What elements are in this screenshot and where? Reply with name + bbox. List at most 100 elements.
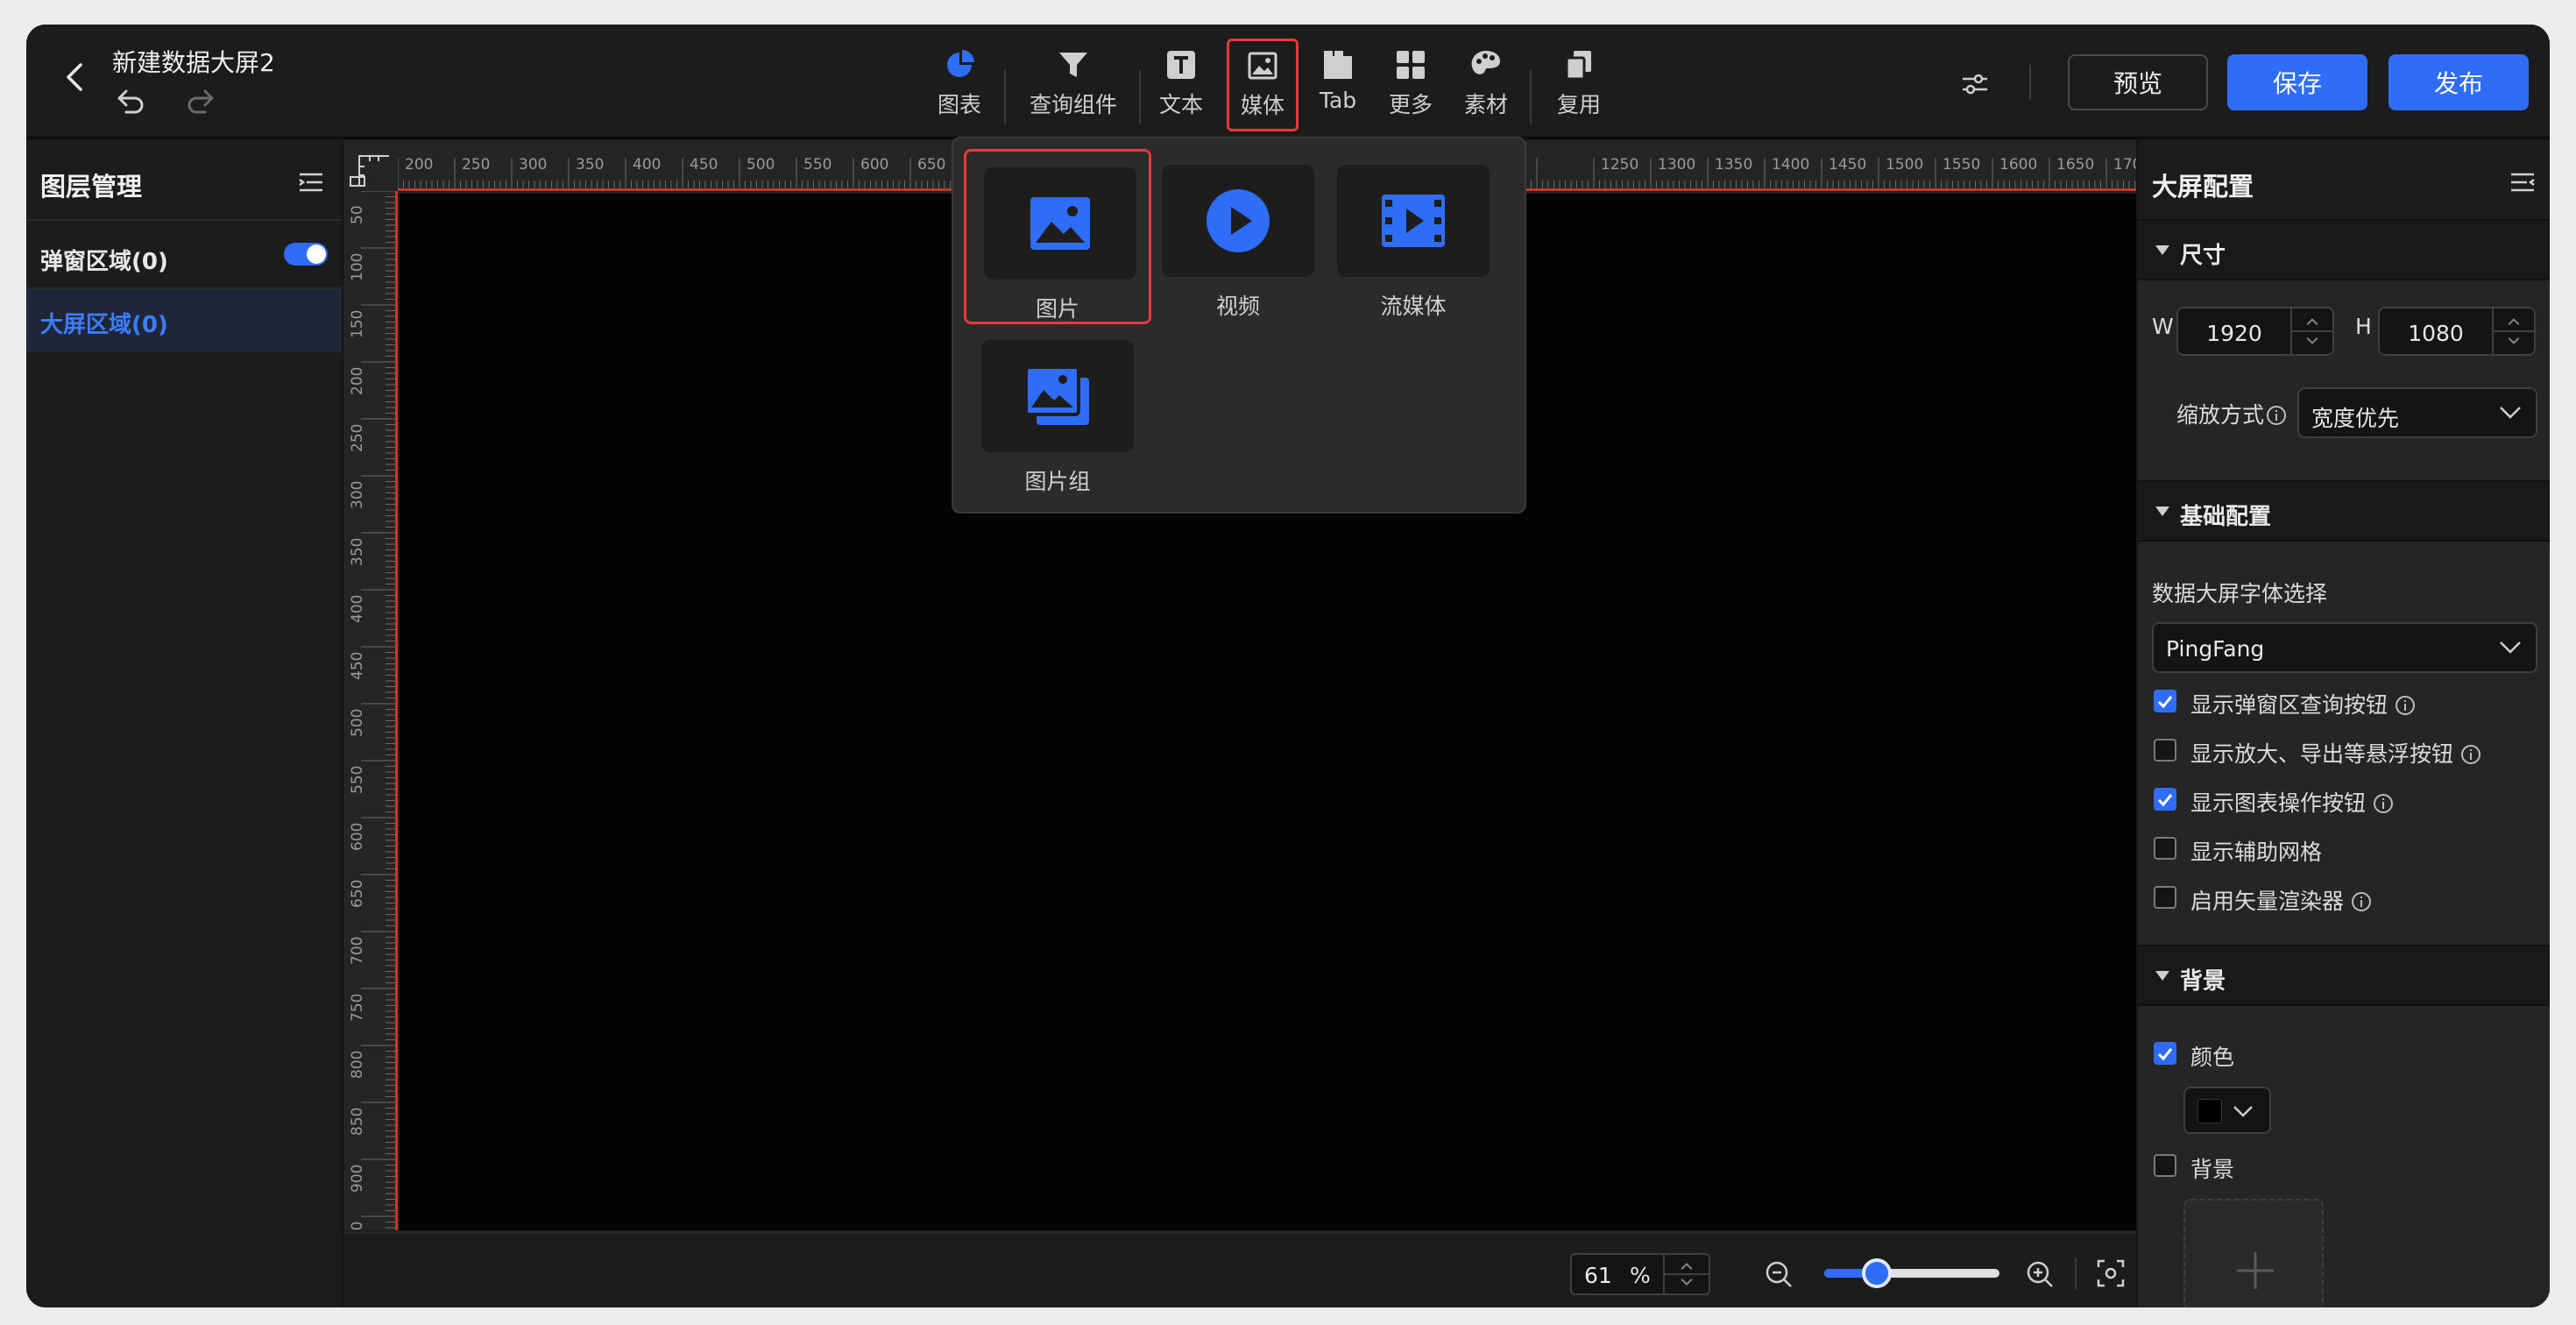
collapse-menu-icon[interactable]: [2509, 172, 2536, 193]
background-upload[interactable]: [2183, 1199, 2324, 1307]
ruler-label: 50: [349, 205, 366, 224]
toolbar-chart[interactable]: 图表: [929, 40, 990, 131]
layer-panel: 图层管理 弹窗区域(0) 大屏区域(0): [26, 140, 342, 1307]
ruler-label: 950: [349, 1222, 366, 1230]
ruler-label: 750: [349, 993, 366, 1022]
ruler-label: 850: [349, 1107, 366, 1136]
option-label: 显示辅助网格: [2190, 840, 2323, 865]
ruler-corner-icon[interactable]: [343, 140, 398, 191]
scale-mode-select[interactable]: 宽度优先: [2297, 387, 2537, 438]
zoom-slider-handle[interactable]: [1862, 1258, 1892, 1288]
redo-icon[interactable]: [184, 88, 217, 117]
grid-icon: [1397, 51, 1425, 79]
background-section-header[interactable]: 背景: [2138, 945, 2550, 1006]
info-icon[interactable]: [2266, 405, 2287, 426]
scale-mode-label: 缩放方式: [2176, 398, 2287, 429]
section-title: 基础配置: [2180, 504, 2272, 530]
info-icon[interactable]: [2373, 793, 2394, 814]
undo-icon[interactable]: [114, 88, 147, 117]
checkbox[interactable]: [2154, 690, 2176, 712]
preview-button[interactable]: 预览: [2068, 54, 2208, 110]
checkbox[interactable]: [2154, 739, 2176, 762]
popup-area-label: 弹窗区域(0): [40, 249, 168, 275]
caret-down-icon: [2155, 507, 2169, 516]
ruler-label: 700: [349, 936, 366, 965]
checkbox[interactable]: [2154, 788, 2176, 811]
option-label: 显示弹窗区查询按钮: [2190, 692, 2388, 718]
media-stream-item[interactable]: 流媒体: [1320, 149, 1507, 324]
width-value: 1920: [2206, 321, 2262, 346]
sliders-settings-icon[interactable]: [1959, 68, 1991, 100]
color-swatch: [2197, 1099, 2222, 1123]
media-video-item[interactable]: 视频: [1144, 149, 1332, 324]
toolbar-more[interactable]: 更多: [1383, 40, 1439, 131]
size-section-body: W 1920 H 1080 缩放方式 宽度优先: [2138, 280, 2550, 480]
background-section-body: 颜色 背景: [2138, 1006, 2550, 1307]
pie-chart-icon: [947, 50, 974, 77]
toolbar-text[interactable]: 文本: [1153, 40, 1209, 131]
toolbar-query[interactable]: 查询组件: [1025, 40, 1122, 131]
ruler-label: 250: [462, 156, 491, 174]
height-stepper-icon[interactable]: [2492, 308, 2534, 354]
toolbar-label: 更多: [1388, 92, 1433, 117]
info-icon[interactable]: [2460, 744, 2481, 765]
ruler-label: 200: [405, 156, 434, 174]
checkbox[interactable]: [2154, 1154, 2176, 1177]
width-input[interactable]: 1920: [2176, 307, 2334, 356]
toolbar-tab[interactable]: Tab: [1307, 40, 1369, 131]
zoom-bar: 61 %: [343, 1232, 2136, 1307]
info-icon[interactable]: [2395, 695, 2416, 716]
toolbar-material[interactable]: 素材: [1458, 40, 1514, 131]
ruler-label: 1650: [2056, 156, 2095, 174]
zoom-out-icon[interactable]: [1765, 1260, 1793, 1288]
ruler-label: 1350: [1715, 156, 1753, 174]
ruler-label: 1500: [1886, 156, 1924, 174]
media-item-label: 图片: [1035, 296, 1079, 322]
header-divider: [2029, 65, 2031, 100]
ruler-label: 150: [349, 309, 366, 338]
font-select[interactable]: PingFang: [2152, 622, 2537, 673]
zoom-slider[interactable]: [1824, 1258, 1999, 1288]
option-label: 显示图表操作按钮: [2190, 790, 2367, 816]
ruler-label: 200: [349, 366, 366, 395]
width-stepper-icon[interactable]: [2290, 308, 2332, 354]
media-item-label: 视频: [1215, 294, 1260, 319]
collapse-menu-icon[interactable]: [298, 172, 324, 193]
zoom-in-icon[interactable]: [2026, 1260, 2054, 1288]
color-picker[interactable]: [2183, 1087, 2271, 1134]
ruler-label: 500: [747, 156, 775, 174]
checkbox[interactable]: [2154, 837, 2176, 860]
ruler-label: 350: [349, 537, 366, 566]
checkbox[interactable]: [2154, 886, 2176, 909]
popup-area-toggle[interactable]: [284, 243, 328, 266]
toolbar-media[interactable]: 媒体: [1227, 39, 1299, 131]
zoom-unit: %: [1630, 1263, 1651, 1288]
basic-section-header[interactable]: 基础配置: [2138, 480, 2550, 542]
media-image-group-item[interactable]: 图片组: [964, 324, 1151, 500]
basic-section-body: 数据大屏字体选择 PingFang 显示弹窗区查询按钮 显示放大、导出等悬浮按钮…: [2138, 542, 2550, 945]
toolbar-label: 图表: [937, 92, 981, 117]
text-icon: [1167, 51, 1195, 79]
zoom-input[interactable]: 61 %: [1570, 1253, 1710, 1295]
scale-mode-text: 缩放方式: [2176, 402, 2265, 428]
toolbar-reuse[interactable]: 复用: [1551, 40, 1607, 131]
checkbox[interactable]: [2154, 1042, 2176, 1065]
height-input[interactable]: 1080: [2378, 307, 2536, 356]
info-icon[interactable]: [2351, 891, 2372, 912]
toolbar-label: Tab: [1319, 88, 1357, 113]
font-select-label: 数据大屏字体选择: [2152, 581, 2328, 606]
fit-screen-icon[interactable]: [2096, 1258, 2126, 1288]
screen-area-item[interactable]: 大屏区域(0): [26, 289, 342, 352]
check-icon: [2157, 794, 2173, 807]
scale-mode-value: 宽度优先: [2311, 406, 2400, 431]
publish-button[interactable]: 发布: [2388, 54, 2529, 110]
media-tile: [1337, 165, 1490, 277]
zoom-stepper-icon[interactable]: [1663, 1255, 1709, 1293]
media-image-item[interactable]: 图片: [964, 149, 1151, 324]
size-section-header[interactable]: 尺寸: [2138, 219, 2550, 280]
filter-icon: [1059, 53, 1087, 77]
save-button[interactable]: 保存: [2227, 54, 2367, 110]
vertical-ruler[interactable]: 50 100 150 200 250 300 350 400 450 500 550 600 650 70…: [343, 191, 398, 1230]
back-arrow-icon[interactable]: [58, 60, 93, 95]
ruler-label: 550: [803, 156, 832, 174]
